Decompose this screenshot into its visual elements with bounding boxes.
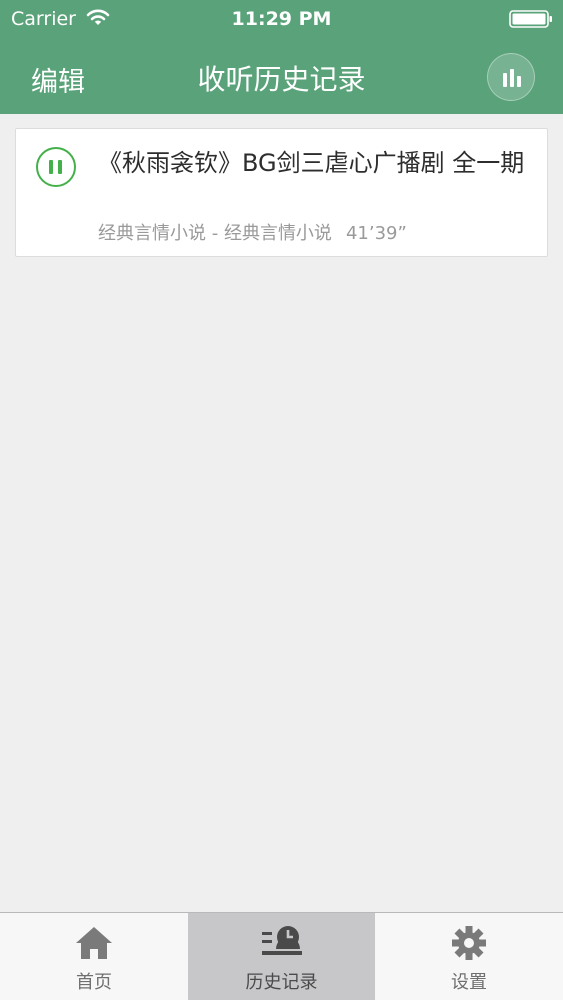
tab-settings[interactable]: 设置	[375, 913, 563, 1000]
gear-icon	[452, 926, 486, 960]
item-meta: 经典言情小说 - 经典言情小说 41’39”	[98, 219, 407, 245]
pause-button[interactable]	[36, 147, 76, 187]
tab-history[interactable]: 历史记录	[188, 913, 375, 1000]
battery-icon	[509, 10, 552, 28]
pause-icon-bar	[58, 160, 62, 174]
page-title: 收听历史记录	[197, 63, 366, 96]
list-item[interactable]: 《秋雨衾钦》BG剑三虐心广播剧 全一期 经典言情小说 - 经典言情小说 41’39…	[15, 128, 548, 257]
header: Carrier 11:29 PM 编辑 收听历史记录	[0, 0, 563, 114]
now-playing-button[interactable]	[487, 53, 535, 101]
history-icon	[261, 926, 302, 955]
tab-history-label: 历史记录	[245, 972, 318, 993]
status-time: 11:29 PM	[231, 8, 332, 30]
tab-settings-label: 设置	[451, 972, 487, 993]
tab-home[interactable]: 首页	[0, 913, 188, 1000]
item-category: 经典言情小说 - 经典言情小说	[98, 223, 332, 244]
status-bar: Carrier 11:29 PM	[0, 0, 563, 40]
home-icon	[76, 927, 112, 959]
pause-icon	[49, 160, 53, 174]
app-screen: Carrier 11:29 PM 编辑 收听历史记录 《秋雨衾钦》BG剑三虐心广…	[0, 0, 563, 1000]
item-title: 《秋雨衾钦》BG剑三虐心广播剧 全一期	[98, 149, 525, 177]
equalizer-icon	[503, 69, 521, 87]
tab-bar: 首页 历史记录 设置	[0, 912, 563, 1000]
tab-home-label: 首页	[76, 972, 112, 993]
item-duration: 41’39”	[345, 223, 407, 244]
history-list: 《秋雨衾钦》BG剑三虐心广播剧 全一期 经典言情小说 - 经典言情小说 41’39…	[0, 114, 563, 912]
